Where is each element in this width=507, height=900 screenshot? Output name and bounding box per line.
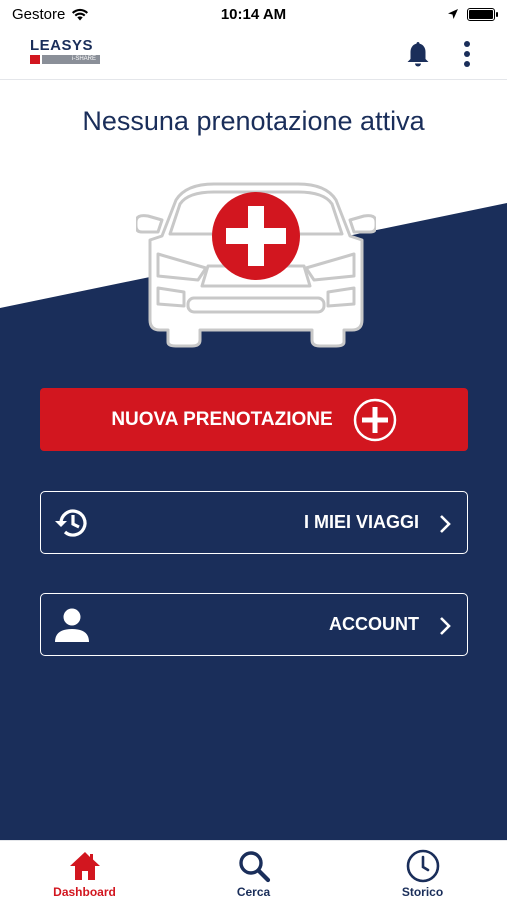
wifi-icon — [72, 8, 89, 20]
bell-icon[interactable] — [405, 40, 431, 68]
account-button[interactable]: ACCOUNT — [40, 593, 468, 656]
my-trips-button[interactable]: I MIEI VIAGGI — [40, 491, 468, 554]
chevron-right-icon — [440, 617, 451, 635]
tab-dashboard-label: Dashboard — [53, 885, 116, 899]
carrier-label: Gestore — [12, 5, 66, 23]
home-icon — [69, 852, 100, 880]
tab-history[interactable]: Storico — [338, 841, 507, 900]
account-label: ACCOUNT — [329, 614, 419, 634]
logo-flag-icon — [30, 55, 40, 64]
tab-history-label: Storico — [401, 885, 444, 899]
page-title: Nessuna prenotazione attiva — [82, 106, 425, 136]
leasys-logo: LEASYS i-SHARE — [30, 38, 100, 66]
my-trips-label: I MIEI VIAGGI — [303, 512, 419, 532]
car-illustration — [136, 182, 376, 348]
more-options-icon[interactable] — [458, 40, 476, 68]
location-arrow-icon — [448, 9, 458, 19]
logo-text: LEASYS — [30, 37, 94, 54]
chevron-right-icon — [440, 515, 451, 533]
clock-icon — [406, 849, 439, 883]
search-icon — [238, 851, 270, 883]
tab-dashboard[interactable]: Dashboard — [0, 841, 169, 900]
new-booking-label: NUOVA PRENOTAZIONE — [111, 408, 333, 430]
tab-search[interactable]: Cerca — [169, 841, 338, 900]
plus-circle-icon — [353, 398, 396, 441]
new-booking-button[interactable]: NUOVA PRENOTAZIONE — [40, 388, 468, 451]
logo-sub-text: i-SHARE — [42, 55, 100, 64]
status-bar: Gestore 10:14 AM — [0, 0, 507, 28]
tab-search-label: Cerca — [236, 885, 271, 899]
history-icon — [55, 509, 87, 537]
user-icon — [55, 608, 89, 642]
tab-bar: Dashboard Cerca Storico — [0, 840, 507, 900]
app-header: LEASYS i-SHARE — [0, 28, 507, 80]
battery-icon — [467, 7, 498, 21]
